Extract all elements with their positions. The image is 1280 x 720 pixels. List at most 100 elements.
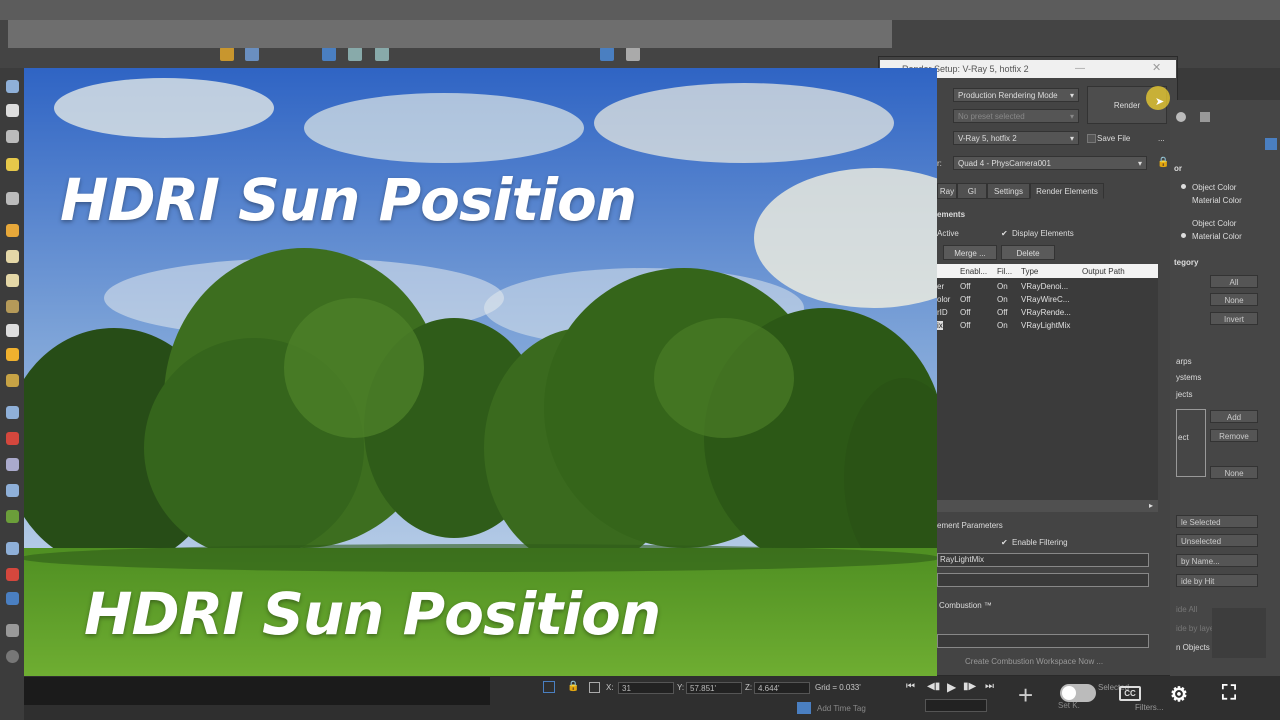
category-warps[interactable]: arps: [1176, 357, 1192, 366]
sphere-icon[interactable]: [1176, 112, 1186, 122]
captions-icon[interactable]: CC: [1119, 686, 1141, 701]
select-icon[interactable]: [245, 47, 259, 61]
hide-by-hit-button[interactable]: ide by Hit: [1176, 574, 1258, 587]
help-icon[interactable]: [6, 650, 19, 663]
add-button[interactable]: Add: [1210, 410, 1258, 423]
target-dropdown[interactable]: Production Rendering Mode ▾: [953, 88, 1079, 102]
info-icon[interactable]: [6, 592, 19, 605]
sphere-icon[interactable]: [6, 224, 19, 237]
invert-button[interactable]: Invert: [1210, 312, 1258, 325]
save-file-label: Save File: [1097, 134, 1131, 143]
material-color-radio[interactable]: [1181, 233, 1186, 238]
z-coordinate-field[interactable]: 4.644': [754, 682, 810, 694]
combustion-field[interactable]: [937, 634, 1149, 648]
y-coordinate-field[interactable]: 57.851': [686, 682, 742, 694]
scroll-right-icon[interactable]: ▸: [1149, 501, 1153, 510]
column-type[interactable]: Type: [1021, 267, 1038, 276]
color-swatch[interactable]: [1265, 138, 1277, 150]
none-button[interactable]: None: [1210, 466, 1258, 479]
fullscreen-icon[interactable]: ⛶: [1222, 682, 1236, 705]
set-key-button[interactable]: Set K.: [1058, 701, 1080, 710]
frame-field[interactable]: [925, 699, 987, 712]
rotate-icon[interactable]: [348, 47, 362, 61]
output-path-field[interactable]: [937, 573, 1149, 587]
save-file-checkbox[interactable]: [1087, 134, 1096, 143]
hide-unselected-button[interactable]: Unselected: [1176, 534, 1258, 547]
left-tool-strip: [0, 68, 24, 720]
transform-mode-icon[interactable]: [589, 682, 600, 693]
particles-icon[interactable]: [6, 432, 19, 445]
dome-icon[interactable]: [6, 250, 19, 263]
next-frame-icon[interactable]: ▮▶: [963, 681, 976, 692]
tab-gi[interactable]: GI: [957, 183, 987, 199]
autoplay-knob: [1062, 686, 1076, 700]
category-systems[interactable]: ystems: [1176, 373, 1201, 382]
category-objects[interactable]: jects: [1176, 390, 1192, 399]
ball-icon[interactable]: [6, 374, 19, 387]
light-icon[interactable]: [6, 158, 19, 171]
remove-button[interactable]: Remove: [1210, 429, 1258, 442]
move-icon[interactable]: [322, 47, 336, 61]
x-coordinate-field[interactable]: 31: [618, 682, 674, 694]
column-filter[interactable]: Fil...: [997, 267, 1012, 276]
category-list[interactable]: [1176, 409, 1206, 477]
enable-filtering-checkbox[interactable]: ✔: [1001, 538, 1008, 547]
close-icon[interactable]: ✕: [1152, 61, 1161, 74]
tab-ray[interactable]: Ray: [937, 183, 957, 199]
isolate-icon[interactable]: [543, 681, 555, 693]
table-scrollbar[interactable]: [937, 500, 1158, 512]
add-time-tag-button[interactable]: Add Time Tag: [817, 704, 866, 713]
folder-icon[interactable]: [220, 47, 234, 61]
script-icon[interactable]: [6, 624, 19, 637]
element-name-field[interactable]: RayLightMix: [937, 553, 1149, 567]
play-icon[interactable]: ▶: [947, 680, 956, 694]
none-button[interactable]: None: [1210, 293, 1258, 306]
lock-selection-icon[interactable]: 🔒: [567, 681, 579, 692]
sphere-light-icon[interactable]: [6, 274, 19, 287]
display-elements-checkbox[interactable]: ✔: [1001, 229, 1008, 238]
more-icon[interactable]: ...: [1158, 134, 1165, 143]
bubble-icon[interactable]: [6, 542, 19, 555]
add-icon[interactable]: +: [1018, 680, 1033, 711]
hide-by-name-button[interactable]: by Name...: [1176, 554, 1258, 567]
minimize-icon[interactable]: —: [1075, 63, 1085, 74]
hide-all-button[interactable]: ide All: [1176, 605, 1197, 614]
snap-icon[interactable]: [600, 47, 614, 61]
plant-icon[interactable]: [6, 510, 19, 523]
delete-button[interactable]: Delete: [1001, 245, 1055, 260]
sun-icon[interactable]: [6, 348, 19, 361]
previous-frame-icon[interactable]: ◀▮: [927, 681, 940, 692]
cloud-icon[interactable]: [6, 104, 19, 117]
settings-gear-icon[interactable]: ⚙: [1170, 682, 1188, 707]
create-workspace-button[interactable]: Create Combustion Workspace Now ...: [965, 657, 1103, 666]
view-dropdown[interactable]: Quad 4 - PhysCamera001 ▾: [953, 156, 1147, 170]
tab-settings[interactable]: Settings: [987, 183, 1030, 199]
box-icon[interactable]: [1200, 112, 1210, 122]
teapot-icon[interactable]: [6, 80, 19, 93]
column-enabled[interactable]: Enabl...: [960, 267, 987, 276]
hide-by-layer-button[interactable]: ide by laye: [1176, 624, 1214, 633]
object-color-radio[interactable]: [1181, 184, 1186, 189]
grid-icon[interactable]: [6, 406, 19, 419]
scale-icon[interactable]: [375, 47, 389, 61]
proxy-icon[interactable]: [6, 300, 19, 313]
lock-icon[interactable]: 🔒: [1157, 157, 1169, 168]
time-tag-icon[interactable]: [797, 702, 811, 714]
cone-icon[interactable]: [6, 324, 19, 337]
camera-icon[interactable]: [6, 130, 19, 143]
globe-icon[interactable]: [6, 484, 19, 497]
column-output-path[interactable]: Output Path: [1082, 267, 1125, 276]
tool-icon[interactable]: [6, 458, 19, 471]
percent-snap-icon[interactable]: [626, 47, 640, 61]
go-to-start-icon[interactable]: ⏮: [906, 681, 915, 692]
merge-button[interactable]: Merge ...: [943, 245, 997, 260]
renderer-dropdown[interactable]: V-Ray 5, hotfix 2 ▾: [953, 131, 1079, 145]
hide-selected-button[interactable]: le Selected: [1176, 515, 1258, 528]
tab-render-elements[interactable]: Render Elements: [1030, 183, 1104, 199]
helper-icon[interactable]: [6, 192, 19, 205]
preset-dropdown[interactable]: No preset selected ▾: [953, 109, 1079, 123]
palette-icon[interactable]: [6, 568, 19, 581]
go-to-end-icon[interactable]: ⏭: [985, 681, 994, 692]
all-button[interactable]: All: [1210, 275, 1258, 288]
key-filters-button[interactable]: Filters...: [1135, 703, 1163, 712]
